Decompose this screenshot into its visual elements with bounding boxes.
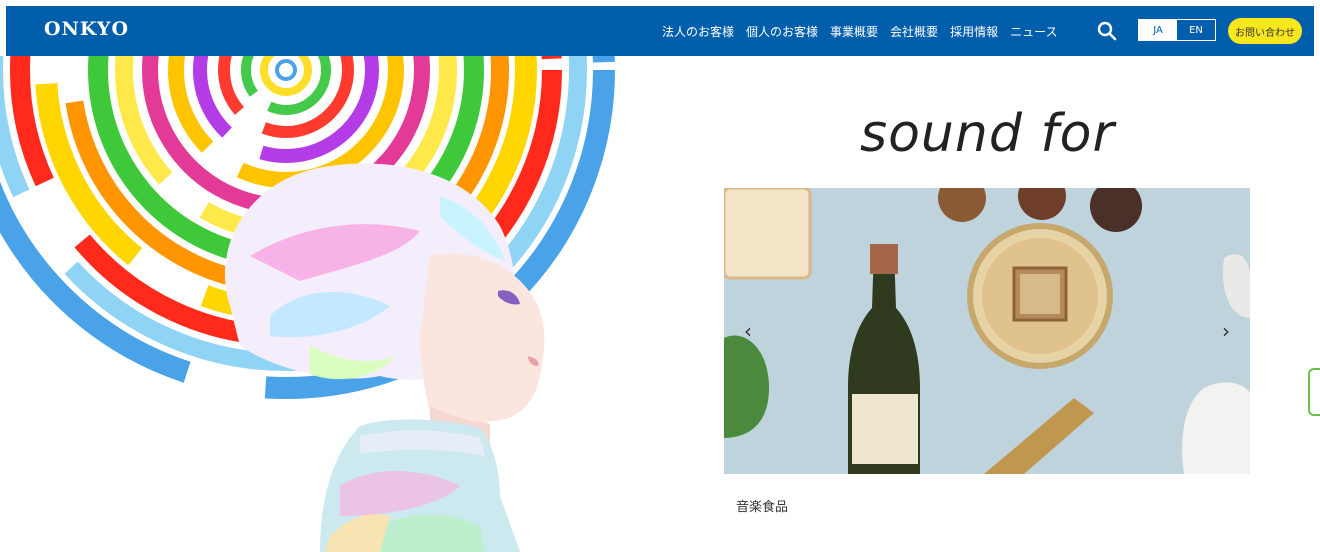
lang-ja-button[interactable]: JA: [1139, 20, 1177, 40]
carousel-prev-button[interactable]: ‹: [736, 316, 760, 346]
lang-en-button[interactable]: EN: [1177, 20, 1215, 40]
nav-item-company[interactable]: 会社概要: [884, 23, 944, 40]
site-header: ONKYO 法人のお客様 個人のお客様 事業概要 会社概要 採用情報 ニュース …: [6, 6, 1314, 56]
nav-item-news[interactable]: ニュース: [1004, 23, 1063, 40]
main-nav: 法人のお客様 個人のお客様 事業概要 会社概要 採用情報 ニュース: [656, 6, 1063, 56]
hero-tagline: sound for: [860, 104, 1115, 164]
rainbow-girl-illustration: [0, 56, 615, 552]
nav-item-business[interactable]: 事業概要: [824, 23, 884, 40]
search-icon[interactable]: [1096, 20, 1118, 42]
nav-item-personal[interactable]: 個人のお客様: [740, 23, 824, 40]
slide-caption: 音楽食品: [736, 500, 789, 515]
carousel-slide-image: [724, 188, 1250, 474]
onkyo-logo[interactable]: ONKYO: [44, 18, 129, 40]
contact-button[interactable]: お問い合わせ: [1228, 18, 1302, 44]
carousel-next-button[interactable]: ›: [1214, 316, 1238, 346]
language-switcher: JA EN: [1138, 19, 1216, 41]
hero-carousel: ‹ ›: [724, 188, 1250, 474]
side-floating-widget[interactable]: [1308, 368, 1320, 416]
nav-item-recruit[interactable]: 採用情報: [944, 23, 1004, 40]
nav-item-corporate[interactable]: 法人のお客様: [656, 23, 740, 40]
hero-illustration: [0, 56, 640, 552]
